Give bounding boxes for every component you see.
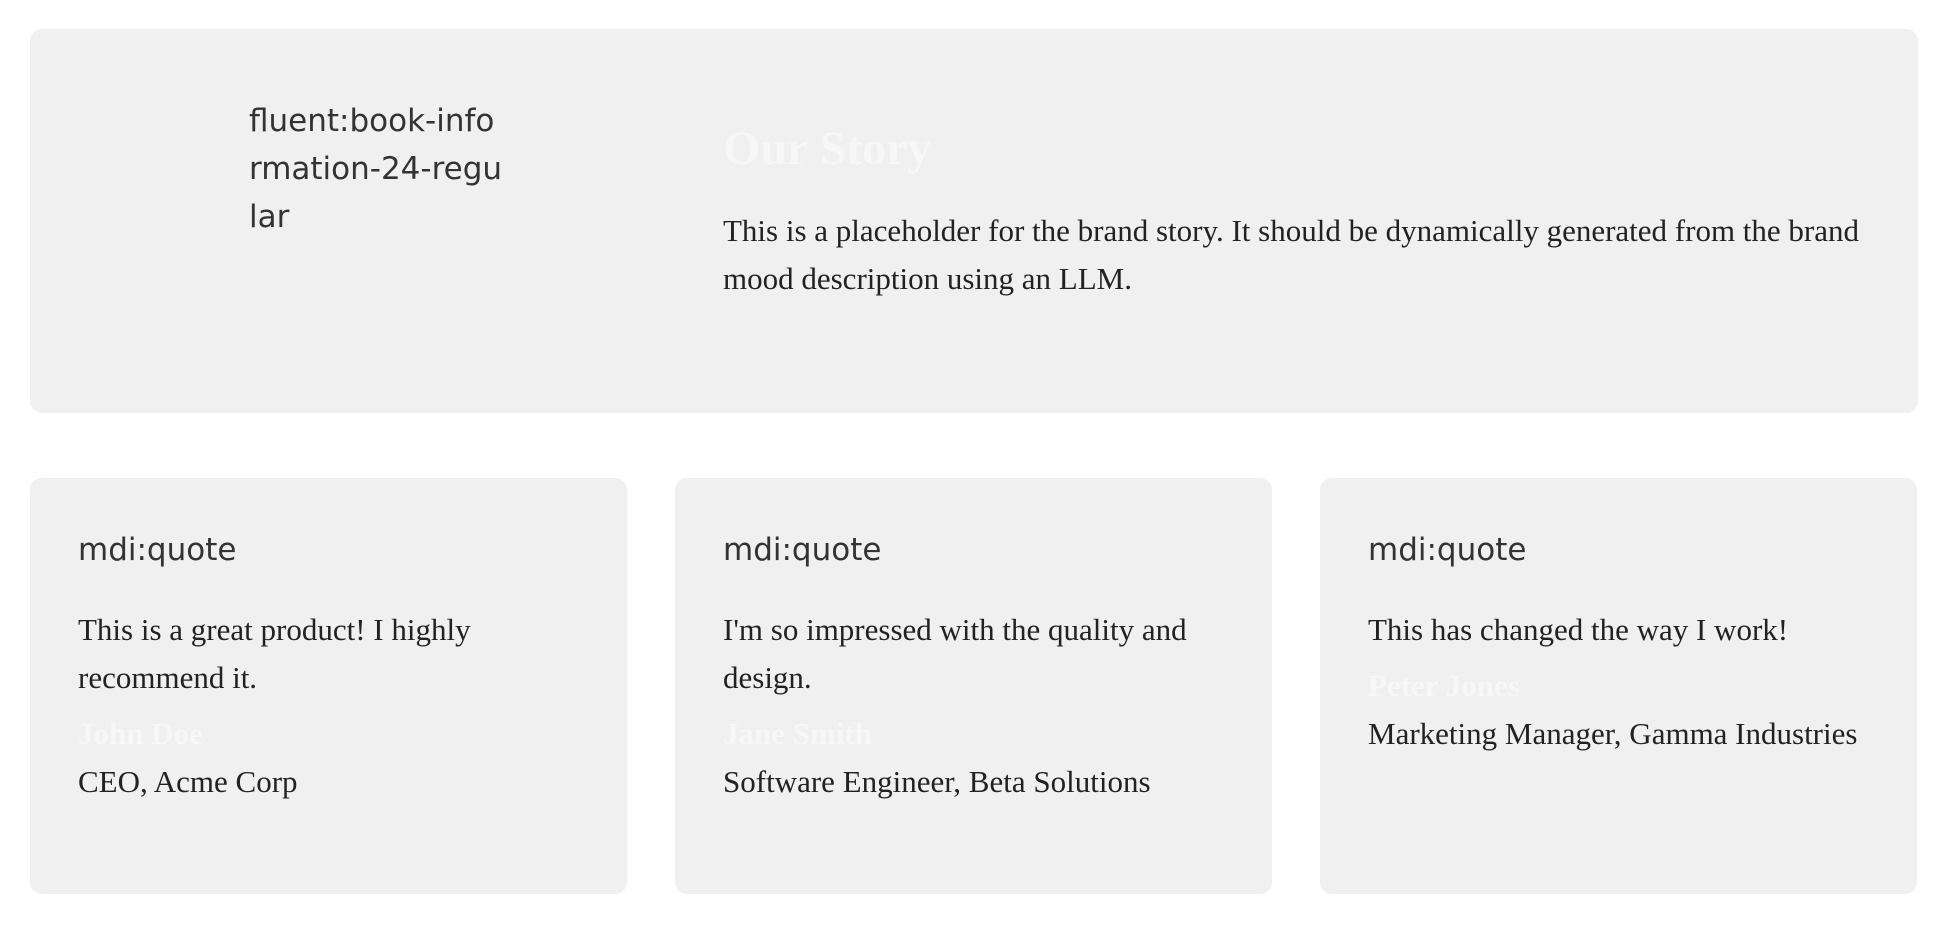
brand-story-text: This is a placeholder for the brand stor… [723, 213, 1860, 296]
testimonial-card: mdi:quote I'm so impressed with the qual… [675, 478, 1272, 894]
quote-icon: mdi:quote [1368, 532, 1527, 568]
testimonial-card: mdi:quote This has changed the way I wor… [1320, 478, 1917, 894]
quote-icon: mdi:quote [723, 532, 882, 568]
testimonial-quote: This is a great product! I highly recomm… [78, 612, 471, 695]
testimonial-author: Peter Jones [1368, 668, 1520, 703]
brand-story-content: Our Story This is a placeholder for the … [723, 119, 1863, 303]
brand-story-title: Our Story [723, 122, 932, 175]
brand-story-section: fluent:book-information-24-regular Our S… [30, 29, 1918, 413]
testimonial-author: Jane Smith [723, 716, 872, 751]
testimonial-author: John Doe [78, 716, 203, 751]
testimonial-card: mdi:quote This is a great product! I hig… [30, 478, 627, 894]
testimonial-role: Software Engineer, Beta Solutions [723, 764, 1151, 799]
book-information-icon: fluent:book-information-24-regular [249, 103, 503, 235]
testimonial-quote: This has changed the way I work! [1368, 612, 1789, 647]
testimonial-role: CEO, Acme Corp [78, 764, 298, 799]
quote-icon: mdi:quote [78, 532, 237, 568]
testimonial-quote: I'm so impressed with the quality and de… [723, 612, 1187, 695]
testimonial-role: Marketing Manager, Gamma Industries [1368, 716, 1858, 751]
